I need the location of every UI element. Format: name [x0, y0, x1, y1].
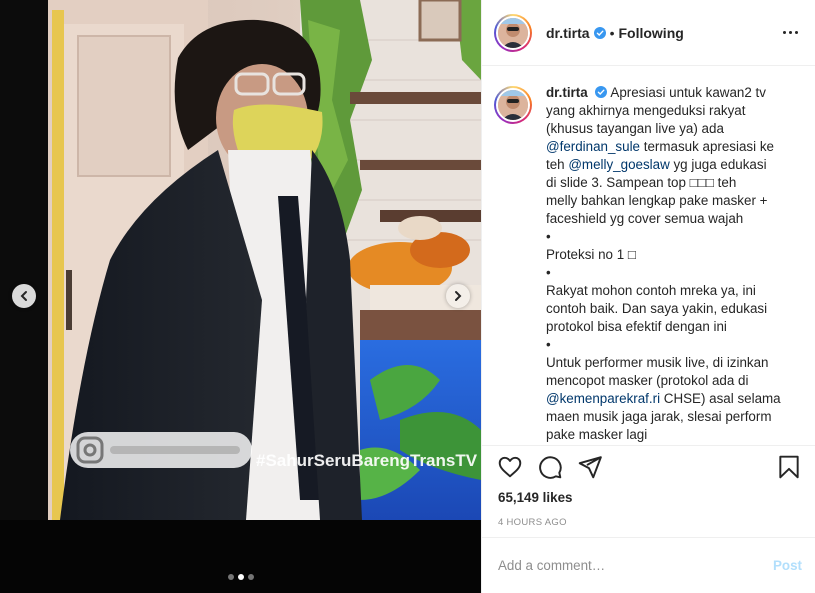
caption-line: Proteksi no 1 □	[546, 246, 792, 264]
carousel-dot-active	[238, 574, 244, 580]
caption-line: faceshield yg cover semua wajah	[546, 210, 792, 228]
caption-fragment: mencopot masker (protokol ada di	[546, 373, 749, 388]
caption-fragment: protokol bisa efektif dengan ini	[546, 319, 727, 334]
caption-line: Rakyat mohon contoh mreka ya, ini	[546, 282, 792, 300]
caption-fragment: faceshield yg cover semua wajah	[546, 211, 744, 226]
post-comment-button[interactable]: Post	[773, 558, 802, 573]
caption-fragment: yg juga edukasi	[669, 157, 767, 172]
caption-line: •	[546, 264, 792, 282]
caption-line: di slide 3. Sampean top □□□ teh	[546, 174, 792, 192]
comment-button[interactable]	[536, 453, 564, 481]
bookmark-icon	[779, 455, 799, 479]
send-icon	[578, 456, 602, 479]
carousel-indicator	[228, 574, 254, 580]
mention-ferdinan-sule[interactable]: @ferdinan_sule	[546, 139, 640, 154]
carousel-prev-button[interactable]	[12, 284, 36, 308]
avatar-image	[498, 90, 528, 120]
heart-icon	[498, 456, 522, 478]
chevron-left-icon	[20, 291, 27, 301]
caption-line: contoh baik. Dan saya yakin, edukasi	[546, 300, 792, 318]
carousel-dot	[248, 574, 254, 580]
avatar[interactable]	[494, 86, 532, 124]
caption-fragment: pake masker lagi	[546, 427, 648, 442]
post-photo: #SahurSeruBarengTransTV	[0, 0, 481, 593]
avatar-image	[498, 17, 528, 48]
verified-badge-icon	[593, 26, 606, 39]
mention-kemenparekraf[interactable]: @kemenparekraf.ri	[546, 391, 660, 406]
caption-fragment: Rakyat mohon contoh mreka ya, ini	[546, 283, 756, 298]
caption-line: yang akhirnya mengeduksi rakyat	[546, 102, 792, 120]
header-separator: •	[609, 24, 615, 41]
share-button[interactable]	[576, 453, 604, 481]
post-side-panel: dr.tirta • Following dr.tirta Apresiasi …	[481, 0, 815, 593]
chevron-right-icon	[455, 291, 462, 301]
caption-fragment: •	[546, 229, 551, 244]
caption-fragment: yang akhirnya mengeduksi rakyat	[546, 103, 746, 118]
caption-fragment: teh	[546, 157, 569, 172]
caption-fragment: CHSE) asal selama	[660, 391, 781, 406]
caption-line: protokol bisa efektif dengan ini	[546, 318, 792, 336]
caption-fragment: Apresiasi untuk kawan2 tv	[610, 85, 766, 100]
caption-fragment: maen musik jaga jarak, slesai perform	[546, 409, 772, 424]
comment-composer: Post	[482, 537, 815, 593]
caption-line: melly bahkan lengkap pake masker +	[546, 192, 792, 210]
caption-line: pake masker lagi	[546, 426, 792, 444]
caption-line: @kemenparekraf.ri CHSE) asal selama	[546, 390, 792, 408]
caption-line: mencopot masker (protokol ada di	[546, 372, 792, 390]
comment-icon	[539, 456, 562, 479]
instagram-post-modal: #SahurSeruBarengTransTV dr.tirta • Follo…	[0, 0, 815, 593]
caption-line: •	[546, 228, 792, 246]
tv-hashtag-overlay: #SahurSeruBarengTransTV	[256, 451, 478, 470]
save-button[interactable]	[775, 453, 803, 481]
caption-fragment: •	[546, 265, 551, 280]
caption-line: Untuk performer musik live, di izinkan	[546, 354, 792, 372]
tv-screen-photo: #SahurSeruBarengTransTV	[0, 0, 481, 593]
carousel-dot	[228, 574, 234, 580]
caption-username-link[interactable]: dr.tirta	[546, 85, 588, 100]
caption-line: @ferdinan_sule termasuk apresiasi ke	[546, 138, 792, 156]
caption-fragment: Proteksi no 1 □	[546, 247, 636, 262]
caption-section: dr.tirta Apresiasi untuk kawan2 tv yang …	[482, 66, 815, 446]
caption-fragment: termasuk apresiasi ke	[640, 139, 774, 154]
username-link[interactable]: dr.tirta	[546, 25, 590, 41]
post-header: dr.tirta • Following	[482, 0, 815, 66]
mention-melly-goeslaw[interactable]: @melly_goeslaw	[568, 157, 669, 172]
caption-text: dr.tirta Apresiasi untuk kawan2 tv yang …	[546, 84, 792, 445]
caption-fragment: melly bahkan lengkap pake masker +	[546, 193, 768, 208]
caption-line: (khusus tayangan live ya) ada	[546, 120, 792, 138]
caption-line: teh @melly_goeslaw yg juga edukasi	[546, 156, 792, 174]
caption-fragment: •	[546, 337, 551, 352]
caption-line: •	[546, 336, 792, 354]
caption-line: dr.tirta Apresiasi untuk kawan2 tv	[546, 84, 792, 102]
more-options-icon[interactable]	[779, 22, 801, 44]
verified-badge-icon	[595, 86, 608, 98]
post-timestamp[interactable]: 4 HOURS AGO	[482, 505, 815, 528]
caption-fragment: (khusus tayangan live ya) ada	[546, 121, 724, 136]
carousel-next-button[interactable]	[446, 284, 470, 308]
comment-input[interactable]	[498, 558, 773, 573]
following-button[interactable]: Following	[618, 25, 683, 41]
caption-line: maen musik jaga jarak, slesai perform	[546, 408, 792, 426]
caption-fragment: contoh baik. Dan saya yakin, edukasi	[546, 301, 768, 316]
caption-fragment: di slide 3. Sampean top □□□ teh	[546, 175, 737, 190]
avatar[interactable]	[494, 13, 532, 52]
post-actions	[482, 446, 815, 488]
likes-count[interactable]: 65,149 likes	[482, 488, 815, 505]
caption-fragment: Untuk performer musik live, di izinkan	[546, 355, 769, 370]
like-button[interactable]	[496, 453, 524, 481]
